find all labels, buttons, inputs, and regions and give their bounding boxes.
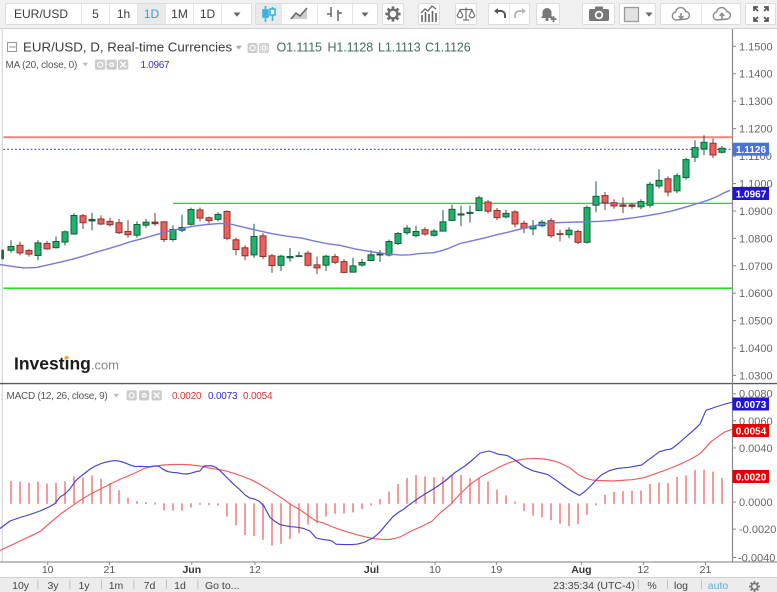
svg-text:H1.1128: H1.1128 xyxy=(328,41,374,55)
svg-text:0.0020: 0.0020 xyxy=(736,473,767,484)
svg-text:Jul: Jul xyxy=(364,564,379,576)
svg-text:1.1500: 1.1500 xyxy=(739,41,773,53)
svg-text:-0.0020: -0.0020 xyxy=(739,524,776,536)
svg-text:10: 10 xyxy=(42,564,54,576)
svg-text:12: 12 xyxy=(638,564,650,576)
svg-text:10: 10 xyxy=(429,564,441,576)
svg-text:MA (20, close, 0): MA (20, close, 0) xyxy=(6,60,78,71)
svg-text:1.1300: 1.1300 xyxy=(739,96,773,108)
svg-text:1.0400: 1.0400 xyxy=(739,343,773,355)
svg-text:21: 21 xyxy=(104,564,116,576)
svg-text:1.0967: 1.0967 xyxy=(736,190,767,201)
svg-text:0.0020: 0.0020 xyxy=(172,391,202,402)
svg-text:1.0800: 1.0800 xyxy=(739,233,773,245)
svg-text:0.0054: 0.0054 xyxy=(243,391,273,402)
svg-text:O1.1115: O1.1115 xyxy=(277,41,323,55)
svg-text:-0.0040: -0.0040 xyxy=(738,553,775,565)
svg-text:1.0500: 1.0500 xyxy=(739,316,773,328)
svg-text:L1.1113: L1.1113 xyxy=(378,41,421,55)
svg-text:0.0040: 0.0040 xyxy=(739,443,773,455)
svg-text:1.1126: 1.1126 xyxy=(736,145,766,156)
svg-text:1.0300: 1.0300 xyxy=(739,370,773,382)
svg-text:1.0900: 1.0900 xyxy=(739,206,773,218)
svg-text:0.0000: 0.0000 xyxy=(739,497,773,509)
svg-text:1.0700: 1.0700 xyxy=(739,261,773,273)
svg-text:Aug: Aug xyxy=(571,564,591,576)
svg-text:12: 12 xyxy=(249,564,261,576)
svg-text:0.0073: 0.0073 xyxy=(208,391,238,402)
svg-text:0.0054: 0.0054 xyxy=(736,427,767,438)
svg-text:1.0967: 1.0967 xyxy=(141,60,171,71)
svg-text:MACD (12, 26, close, 9): MACD (12, 26, close, 9) xyxy=(7,391,108,402)
svg-text:C1.1126: C1.1126 xyxy=(425,41,471,55)
svg-text:EUR/USD, D, Real-time Currenci: EUR/USD, D, Real-time Currencies xyxy=(23,40,232,55)
svg-text:Jun: Jun xyxy=(182,564,201,576)
svg-text:1.1200: 1.1200 xyxy=(739,124,773,136)
svg-text:21: 21 xyxy=(700,564,712,576)
svg-text:1.0600: 1.0600 xyxy=(739,288,773,300)
svg-text:1.1400: 1.1400 xyxy=(739,69,773,81)
svg-text:0.0073: 0.0073 xyxy=(736,400,767,411)
svg-text:19: 19 xyxy=(491,564,503,576)
